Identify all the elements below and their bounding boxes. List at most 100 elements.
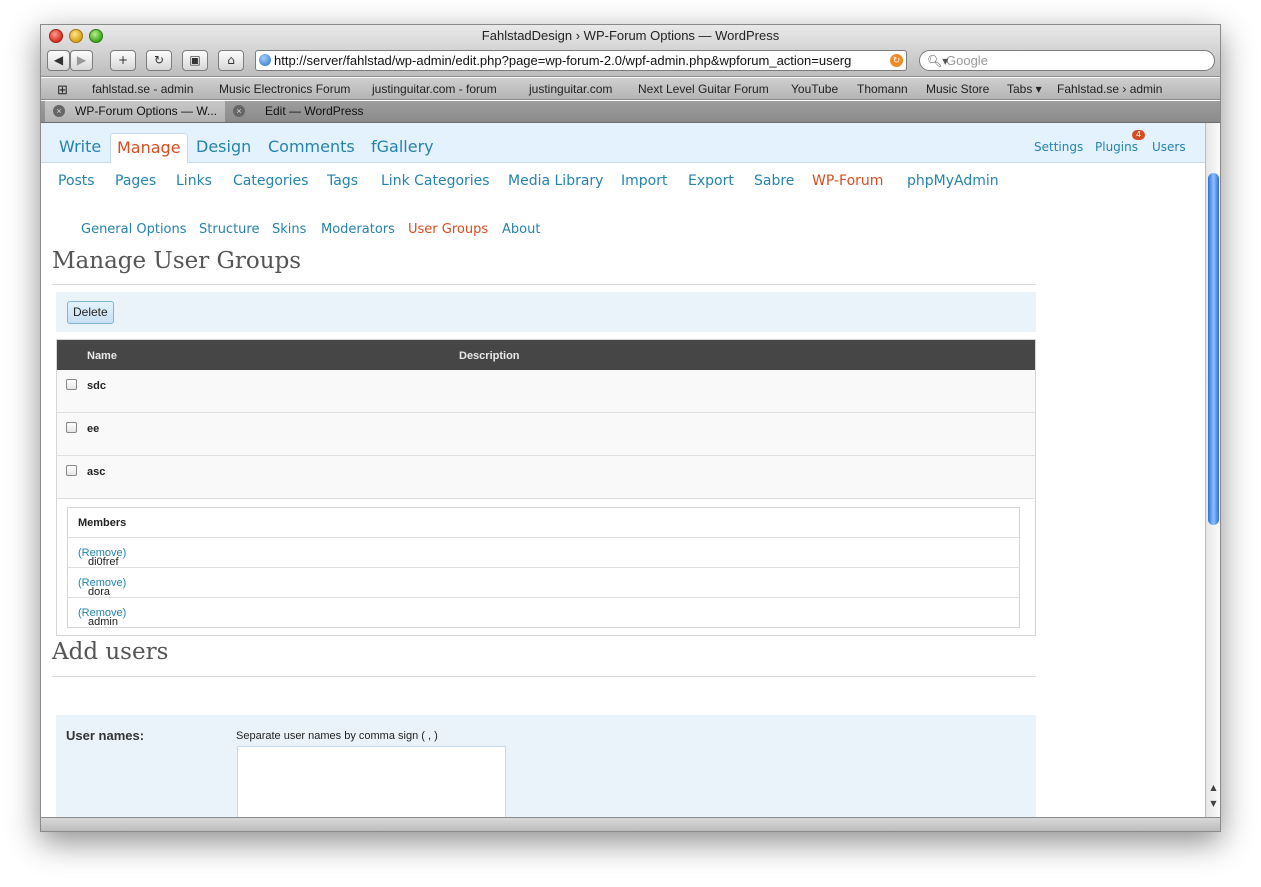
bookmarks-bar: ⊞ fahlstad.se - admin Music Electronics … — [41, 78, 1220, 100]
add-users-title: Add users — [52, 639, 169, 665]
submenu-sabre[interactable]: Sabre — [754, 173, 794, 189]
bookmark-item[interactable]: Thomann — [857, 82, 908, 96]
user-names-hint: Separate user names by comma sign ( , ) — [236, 730, 438, 742]
submenu-phpmyadmin[interactable]: phpMyAdmin — [907, 173, 999, 189]
column-name: Name — [87, 350, 117, 362]
submenu-link-categories[interactable]: Link Categories — [381, 173, 490, 189]
tab-label: WP-Forum Options — W... — [75, 104, 218, 118]
add-bookmark-button[interactable]: + — [110, 50, 136, 71]
member-name: admin — [88, 616, 118, 628]
bookmark-item[interactable]: justinguitar.com — [529, 82, 612, 96]
member-row: di0fref (Remove) — [68, 538, 1019, 568]
member-name: di0fref — [88, 556, 119, 568]
book-icon[interactable]: ⊞ — [57, 82, 68, 98]
menu-settings[interactable]: Settings — [1034, 140, 1083, 154]
tab-edit-wordpress[interactable]: × Edit — WordPress — [225, 101, 425, 122]
bulk-actions-bar: Delete — [56, 292, 1036, 332]
wp-admin-header: Write Manage Design Comments fGallery Se… — [41, 123, 1207, 163]
close-tab-icon[interactable]: × — [53, 105, 65, 117]
bookmark-item[interactable]: Music Store — [926, 82, 989, 96]
page-title: Manage User Groups — [52, 248, 302, 274]
bookmark-item[interactable]: Fahlstad.se › admin — [1057, 82, 1162, 96]
browser-window: FahlstadDesign › WP-Forum Options — Word… — [40, 24, 1221, 832]
member-entry: dora (Remove) — [78, 577, 126, 598]
bookmark-item[interactable]: Next Level Guitar Forum — [638, 82, 769, 96]
snapback-button[interactable]: ▣ — [182, 50, 208, 71]
delete-button[interactable]: Delete — [67, 301, 114, 324]
divider — [52, 676, 1036, 677]
scroll-up-icon[interactable]: ▲ — [1208, 783, 1219, 792]
member-entry: admin (Remove) — [78, 607, 126, 628]
member-row: dora (Remove) — [68, 568, 1019, 598]
search-field[interactable]: 🔍︎▾ Google — [919, 50, 1215, 71]
forum-menu-moderators[interactable]: Moderators — [321, 222, 395, 237]
members-table: Members di0fref (Remove) dora (Remove) a… — [67, 507, 1020, 628]
forum-menu-about[interactable]: About — [502, 222, 540, 237]
group-name: ee — [87, 423, 100, 435]
forum-menu-structure[interactable]: Structure — [199, 222, 259, 237]
scroll-thumb[interactable] — [1208, 173, 1219, 525]
members-heading: Members — [78, 517, 127, 529]
back-button[interactable]: ◀ — [47, 50, 70, 71]
submenu-tags[interactable]: Tags — [327, 173, 358, 189]
table-row: sdc — [57, 370, 1035, 413]
vertical-scrollbar[interactable]: ▲ ▼ — [1205, 123, 1220, 817]
rss-icon[interactable]: ↻ — [890, 54, 903, 67]
scroll-down-icon[interactable]: ▼ — [1208, 799, 1219, 808]
menu-design[interactable]: Design — [196, 137, 251, 156]
row-checkbox[interactable] — [66, 422, 77, 433]
plugins-update-badge: 4 — [1132, 130, 1146, 140]
menu-plugins[interactable]: Plugins — [1095, 140, 1138, 154]
submenu-pages[interactable]: Pages — [115, 173, 156, 189]
close-tab-icon[interactable]: × — [233, 105, 245, 117]
member-name: dora — [88, 586, 111, 598]
forward-button[interactable]: ▶ — [70, 50, 93, 71]
search-icon: 🔍︎▾ — [927, 54, 949, 68]
menu-fgallery[interactable]: fGallery — [371, 137, 434, 156]
menu-users[interactable]: Users — [1152, 140, 1186, 154]
bookmark-item[interactable]: justinguitar.com - forum — [372, 82, 497, 96]
menu-write[interactable]: Write — [59, 137, 101, 156]
table-row: asc — [57, 456, 1035, 499]
address-bar[interactable]: http://server/fahlstad/wp-admin/edit.php… — [255, 50, 907, 71]
group-name: sdc — [87, 380, 106, 392]
forum-menu-general-options[interactable]: General Options — [81, 222, 187, 237]
row-checkbox[interactable] — [66, 379, 77, 390]
search-placeholder: Google — [946, 53, 988, 68]
member-row: admin (Remove) — [68, 598, 1019, 628]
menu-manage[interactable]: Manage — [110, 133, 188, 163]
status-bar — [41, 817, 1220, 831]
bookmark-item[interactable]: YouTube — [791, 82, 838, 96]
member-entry: di0fref (Remove) — [78, 547, 126, 568]
submenu-import[interactable]: Import — [621, 173, 667, 189]
bookmark-item[interactable]: Music Electronics Forum — [219, 82, 350, 96]
bookmark-item[interactable]: fahlstad.se - admin — [92, 82, 193, 96]
submenu-categories[interactable]: Categories — [233, 173, 308, 189]
window-title: FahlstadDesign › WP-Forum Options — Word… — [481, 28, 780, 43]
add-users-form: User names: Separate user names by comma… — [56, 715, 1036, 817]
submenu-export[interactable]: Export — [688, 173, 734, 189]
home-icon: ⌂ — [227, 53, 235, 67]
row-checkbox[interactable] — [66, 465, 77, 476]
tab-label: Edit — WordPress — [265, 104, 364, 118]
reload-button[interactable]: ↻ — [146, 50, 172, 71]
submenu-posts[interactable]: Posts — [58, 173, 95, 189]
forum-menu-user-groups[interactable]: User Groups — [408, 222, 488, 237]
bookmark-item[interactable]: Tabs ▾ — [1007, 82, 1042, 96]
column-description: Description — [459, 350, 520, 362]
group-name: asc — [87, 466, 106, 478]
menu-comments[interactable]: Comments — [268, 137, 355, 156]
forum-menu-skins[interactable]: Skins — [272, 222, 306, 237]
address-text: http://server/fahlstad/wp-admin/edit.php… — [274, 53, 852, 68]
tab-wp-forum-options[interactable]: × WP-Forum Options — W... — [45, 101, 225, 122]
title-bar: FahlstadDesign › WP-Forum Options — Word… — [41, 25, 1220, 77]
divider — [52, 284, 1036, 285]
user-names-label: User names: — [66, 728, 145, 743]
plus-icon: + — [117, 53, 129, 67]
user-names-textarea[interactable] — [237, 746, 506, 817]
back-arrow-icon: ◀ — [53, 53, 64, 67]
submenu-links[interactable]: Links — [176, 173, 212, 189]
home-button[interactable]: ⌂ — [218, 50, 244, 71]
submenu-wp-forum[interactable]: WP-Forum — [812, 173, 883, 189]
submenu-media-library[interactable]: Media Library — [508, 173, 603, 189]
